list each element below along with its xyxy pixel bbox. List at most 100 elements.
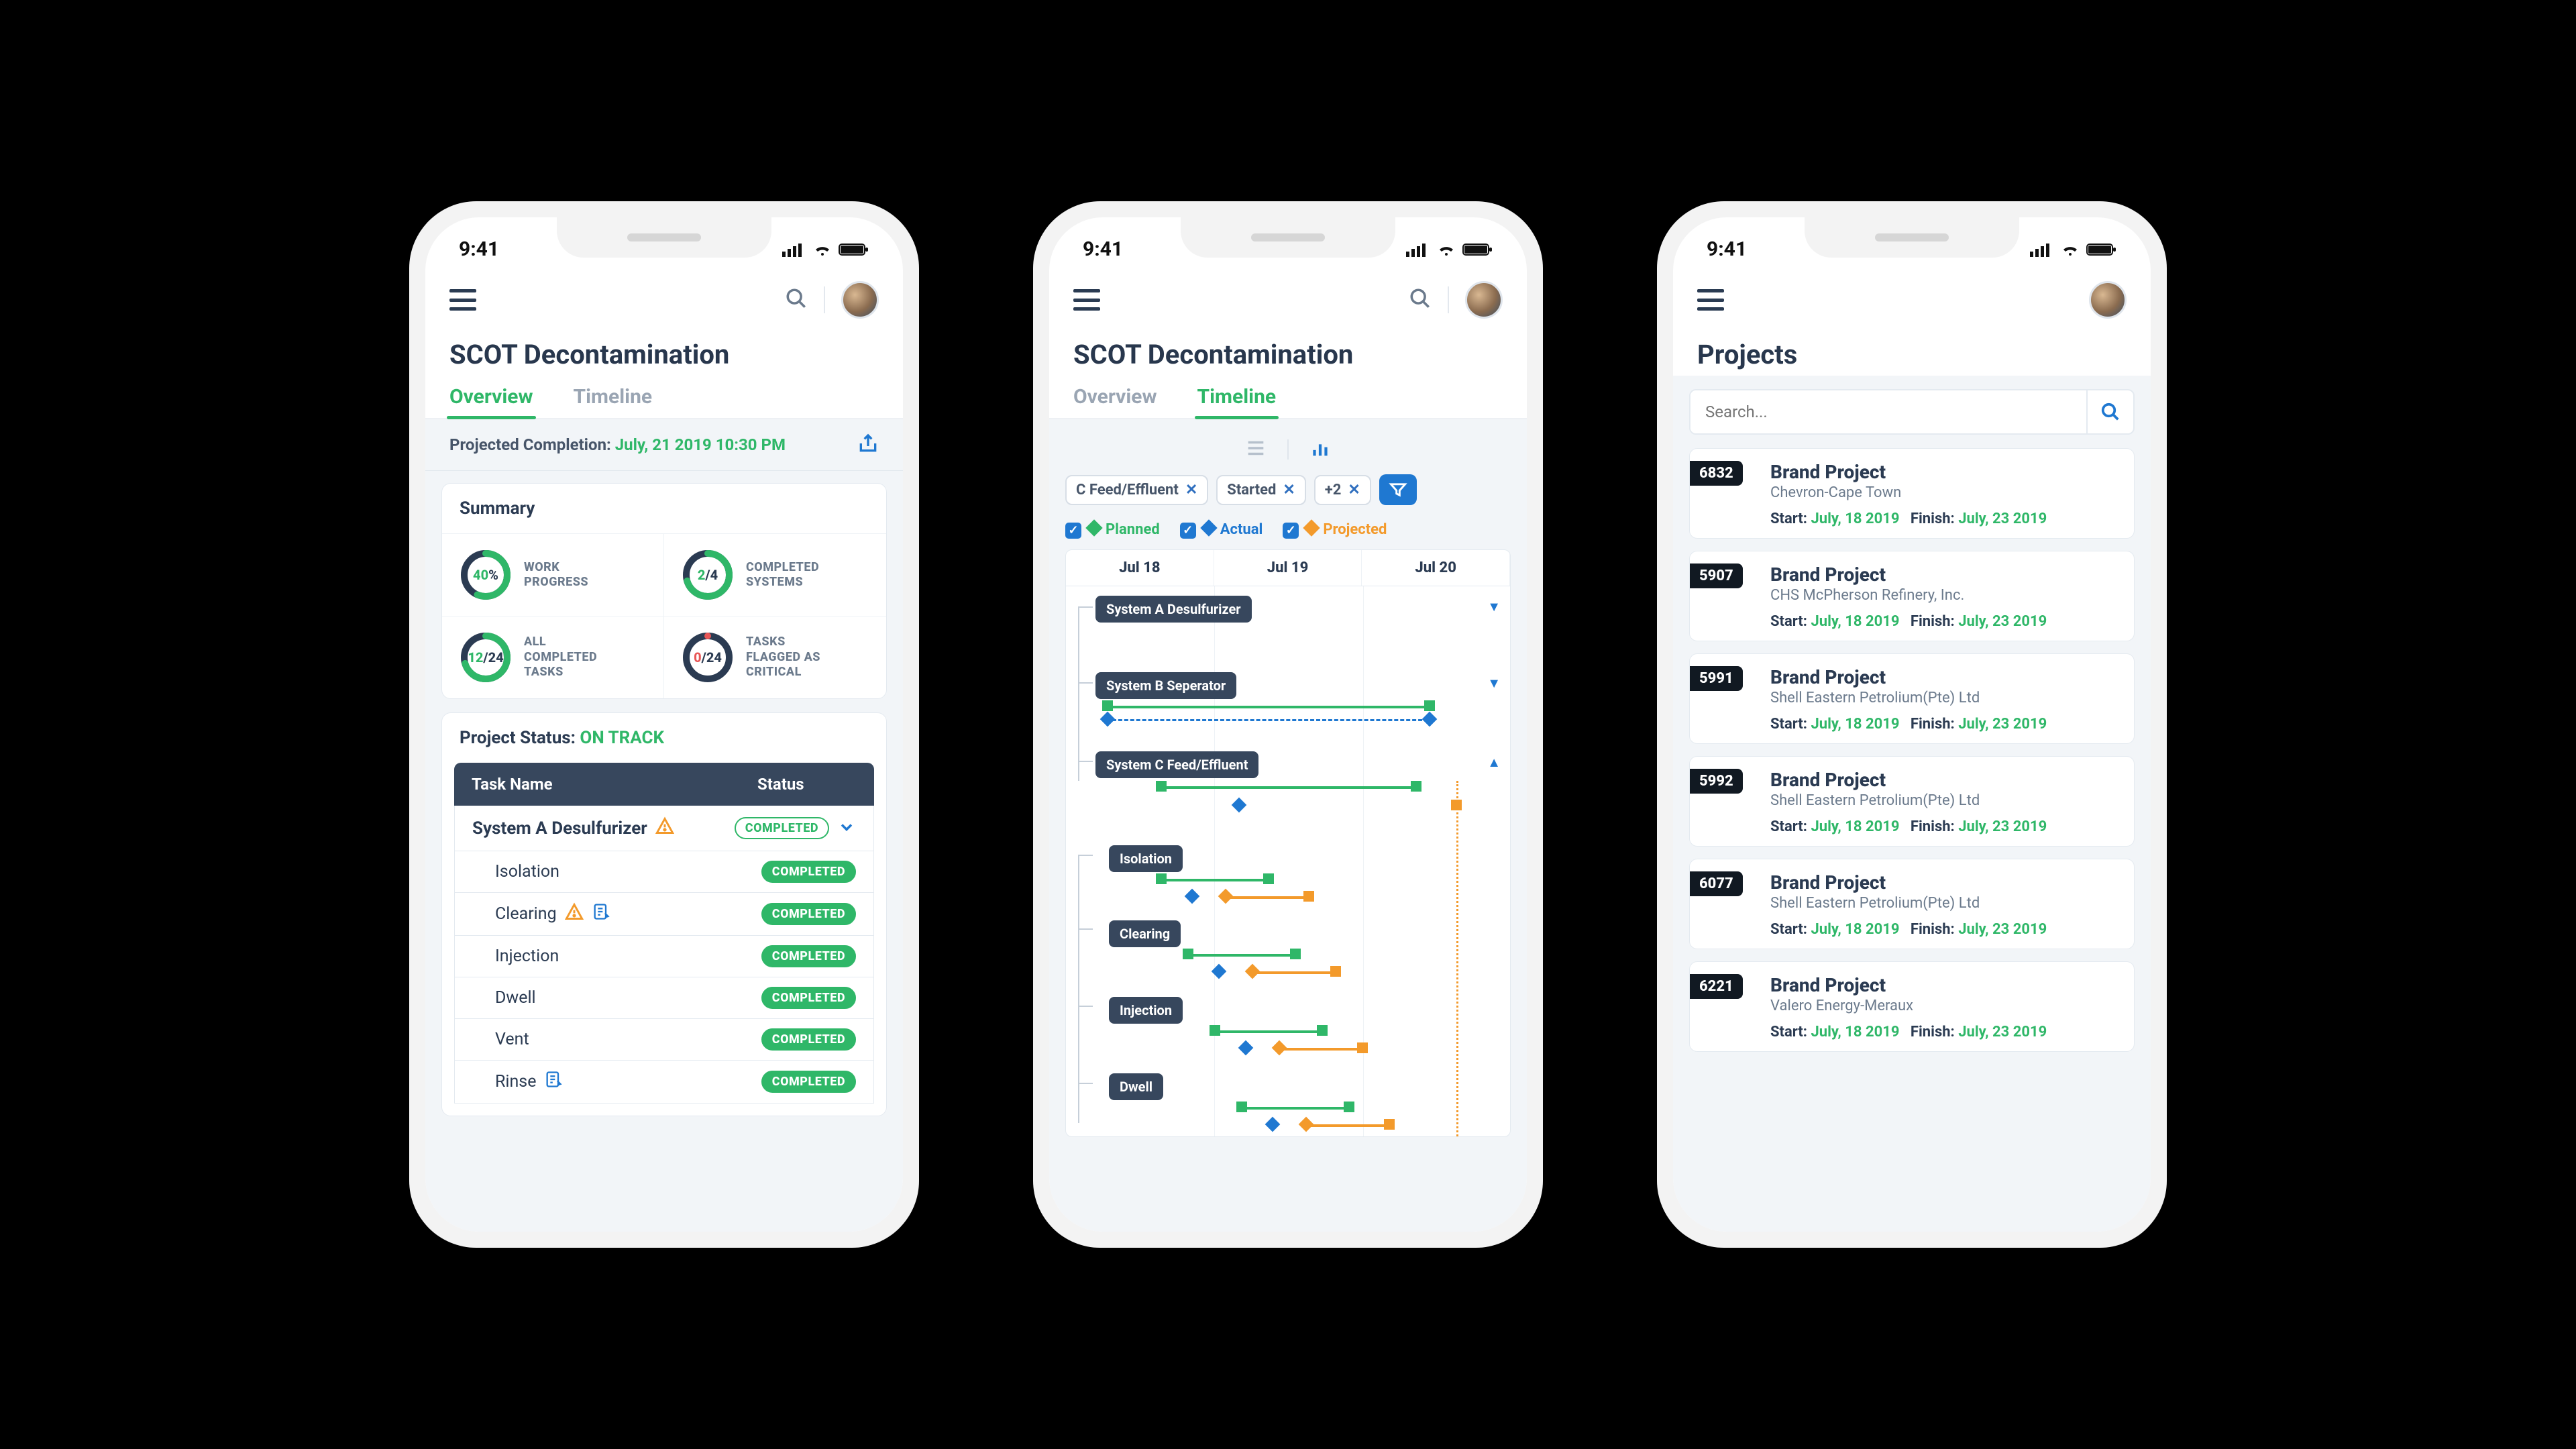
tab-overview[interactable]: Overview <box>1073 376 1157 418</box>
project-card[interactable]: 5907 Brand Project CHS McPherson Refiner… <box>1689 551 2135 641</box>
search-icon[interactable] <box>785 287 808 313</box>
project-client: Shell Eastern Petrolium(Pte) Ltd <box>1770 792 2119 809</box>
avatar[interactable] <box>1465 281 1503 319</box>
summary-title: Summary <box>442 484 886 533</box>
page-title: SCOT Decontamination <box>1049 327 1527 376</box>
gantt-task[interactable]: Isolation <box>1109 845 1183 872</box>
notch <box>557 217 771 258</box>
legend: Planned Actual Projected <box>1065 516 1511 549</box>
task-row[interactable]: Rinse COMPLETED <box>454 1061 874 1104</box>
tab-overview[interactable]: Overview <box>449 376 533 418</box>
project-card[interactable]: 6832 Brand Project Chevron-Cape Town Sta… <box>1689 448 2135 539</box>
tab-timeline[interactable]: Timeline <box>574 376 653 418</box>
status-badge: COMPLETED <box>761 903 856 925</box>
legend-projected[interactable]: Projected <box>1283 521 1387 539</box>
gantt-task[interactable]: Clearing <box>1109 920 1181 947</box>
battery-icon <box>2086 242 2117 257</box>
legend-planned[interactable]: Planned <box>1065 521 1160 539</box>
project-name: Brand Project <box>1770 666 2119 688</box>
chart-view-icon[interactable] <box>1309 437 1332 462</box>
view-toggle <box>1065 430 1511 474</box>
close-icon[interactable]: ✕ <box>1348 482 1360 498</box>
close-icon[interactable]: ✕ <box>1185 482 1197 498</box>
project-name: Brand Project <box>1770 564 2119 586</box>
menu-icon[interactable] <box>1073 289 1100 311</box>
filter-chip[interactable]: Started✕ <box>1216 475 1306 505</box>
gantt-chart[interactable]: Jul 18Jul 19Jul 20 System A Desulfurizer… <box>1065 549 1511 1137</box>
gantt-task[interactable]: Injection <box>1109 997 1183 1024</box>
clock: 9:41 <box>459 237 499 261</box>
gantt-task[interactable]: Dwell <box>1109 1073 1163 1100</box>
screen: 9:41 SCOT Decontamination Overview Timel… <box>425 217 903 1232</box>
project-dates: Start: July, 18 2019 Finish: July, 23 20… <box>1770 818 2119 835</box>
project-client: Shell Eastern Petrolium(Pte) Ltd <box>1770 895 2119 912</box>
list-view-icon[interactable] <box>1244 437 1267 462</box>
search-icon[interactable] <box>1409 287 1432 313</box>
clock: 9:41 <box>1083 237 1123 261</box>
project-card[interactable]: 6077 Brand Project Shell Eastern Petroli… <box>1689 859 2135 949</box>
screen: 9:41 Projects 6832 Brand Project Chevron… <box>1673 217 2151 1232</box>
project-dates: Start: July, 18 2019 Finish: July, 23 20… <box>1770 511 2119 527</box>
task-row[interactable]: Injection COMPLETED <box>454 936 874 977</box>
app-header <box>1049 268 1527 327</box>
wifi-icon <box>812 242 833 257</box>
menu-icon[interactable] <box>1697 289 1724 311</box>
gantt-system[interactable]: System B Seperator <box>1095 672 1236 699</box>
chevron-down-icon[interactable] <box>829 818 856 839</box>
gantt-system[interactable]: System C Feed/Effluent <box>1095 751 1258 778</box>
task-row[interactable]: Clearing COMPLETED <box>454 893 874 936</box>
project-client: Shell Eastern Petrolium(Pte) Ltd <box>1770 690 2119 706</box>
signal-icon <box>2030 242 2054 257</box>
project-card[interactable]: 5992 Brand Project Shell Eastern Petroli… <box>1689 756 2135 847</box>
project-dates: Start: July, 18 2019 Finish: July, 23 20… <box>1770 716 2119 733</box>
search-button[interactable] <box>2086 390 2133 433</box>
system-row[interactable]: System A Desulfurizer COMPLETED <box>454 806 874 851</box>
avatar[interactable] <box>2089 281 2127 319</box>
project-list[interactable]: 6832 Brand Project Chevron-Cape Town Sta… <box>1673 448 2151 1052</box>
status-badge: COMPLETED <box>761 1028 856 1051</box>
page-title: Projects <box>1673 327 2151 376</box>
projected-text: Projected Completion: July, 21 2019 10:3… <box>449 435 786 454</box>
gantt-system[interactable]: System A Desulfurizer <box>1095 596 1252 623</box>
project-dates: Start: July, 18 2019 Finish: July, 23 20… <box>1770 1024 2119 1040</box>
filter-button[interactable] <box>1379 474 1417 505</box>
signal-icon <box>1406 242 1430 257</box>
search-box <box>1689 389 2135 435</box>
tab-timeline[interactable]: Timeline <box>1197 376 1277 418</box>
project-card[interactable]: 6221 Brand Project Valero Energy-Meraux … <box>1689 961 2135 1052</box>
notch <box>1805 217 2019 258</box>
screen: 9:41 SCOT Decontamination Overview Timel… <box>1049 217 1527 1232</box>
avatar[interactable] <box>841 281 879 319</box>
close-icon[interactable]: ✕ <box>1283 482 1295 498</box>
project-name: Brand Project <box>1770 461 2119 483</box>
divider <box>824 286 825 313</box>
metric-label: ALLCOMPLETEDTASKS <box>524 635 597 680</box>
project-dates: Start: July, 18 2019 Finish: July, 23 20… <box>1770 921 2119 938</box>
task-row[interactable]: Isolation COMPLETED <box>454 851 874 893</box>
date-header: Jul 18Jul 19Jul 20 <box>1066 550 1510 586</box>
menu-icon[interactable] <box>449 289 476 311</box>
share-icon[interactable] <box>857 433 879 457</box>
metric-label: COMPLETEDSYSTEMS <box>746 560 819 590</box>
battery-icon <box>1462 242 1493 257</box>
phone-overview: 9:41 SCOT Decontamination Overview Timel… <box>409 201 919 1248</box>
battery-icon <box>839 242 869 257</box>
task-row[interactable]: Dwell COMPLETED <box>454 977 874 1019</box>
filter-chip[interactable]: +2✕ <box>1314 475 1371 505</box>
progress-ring: 12/24 <box>460 631 512 684</box>
filter-chips: C Feed/Effluent✕ Started✕ +2✕ <box>1065 474 1511 516</box>
project-dates: Start: July, 18 2019 Finish: July, 23 20… <box>1770 613 2119 630</box>
project-name: Brand Project <box>1770 769 2119 791</box>
col-status: Status <box>740 763 874 806</box>
status-badge: COMPLETED <box>761 861 856 883</box>
date-cell: Jul 20 <box>1362 550 1510 586</box>
projected-bar: Projected Completion: July, 21 2019 10:3… <box>425 419 903 471</box>
progress-ring: 0/24 <box>682 631 734 684</box>
project-card[interactable]: 5991 Brand Project Shell Eastern Petroli… <box>1689 653 2135 744</box>
gantt-body[interactable]: System A Desulfurizer▼System B Seperator… <box>1066 586 1510 1136</box>
legend-actual[interactable]: Actual <box>1180 521 1263 539</box>
filter-chip[interactable]: C Feed/Effluent✕ <box>1065 475 1208 505</box>
task-row[interactable]: Vent COMPLETED <box>454 1019 874 1061</box>
project-client: Chevron-Cape Town <box>1770 484 2119 501</box>
search-input[interactable] <box>1690 390 2086 433</box>
